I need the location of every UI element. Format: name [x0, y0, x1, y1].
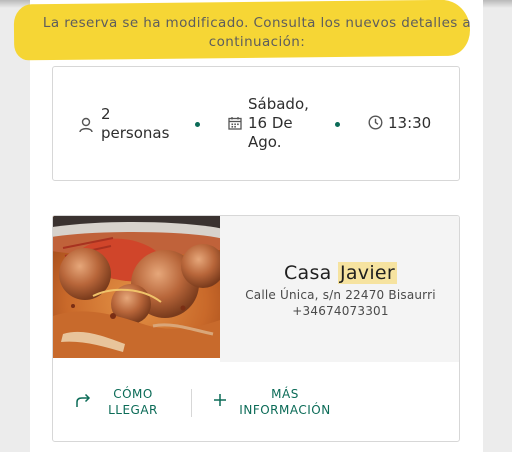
restaurant-actions: CÓMO LLEGAR MÁS INFORMACIÓN [53, 362, 459, 441]
directions-button[interactable]: CÓMO LLEGAR [75, 386, 185, 426]
restaurant-phone: +34674073301 [292, 304, 389, 318]
restaurant-name-prefix: Casa [283, 262, 338, 284]
separator-dot [195, 122, 200, 127]
modification-notice: La reserva se ha modificado. Consulta lo… [42, 15, 472, 50]
restaurant-photo [53, 216, 220, 358]
directions-label: CÓMO LLEGAR [108, 387, 158, 417]
restaurant-info: Casa Javier Calle Única, s/n 22470 Bisau… [220, 216, 459, 362]
booking-time: 13:30 [388, 114, 432, 132]
more-info-label: MÁS INFORMACIÓN [239, 387, 331, 417]
restaurant-card: Casa Javier Calle Única, s/n 22470 Bisau… [52, 215, 460, 442]
booking-details-card: 2 personas Sábado, 16 De Ago. 13:30 [52, 66, 460, 181]
action-divider [191, 389, 192, 417]
separator-dot [335, 122, 340, 127]
plus-icon [213, 392, 227, 411]
person-icon [79, 117, 93, 138]
clock-icon [368, 115, 383, 135]
restaurant-address: Calle Única, s/n 22470 Bisaurri [245, 288, 436, 302]
restaurant-name: Casa Javier [220, 262, 459, 284]
calendar-icon [228, 116, 242, 135]
restaurant-name-highlight: Javier [337, 262, 398, 284]
more-info-button[interactable]: MÁS INFORMACIÓN [213, 386, 353, 426]
guests-count: 2 personas [101, 105, 170, 142]
share-arrow-icon [75, 392, 91, 412]
booking-date: Sábado, 16 De Ago. [248, 95, 309, 151]
